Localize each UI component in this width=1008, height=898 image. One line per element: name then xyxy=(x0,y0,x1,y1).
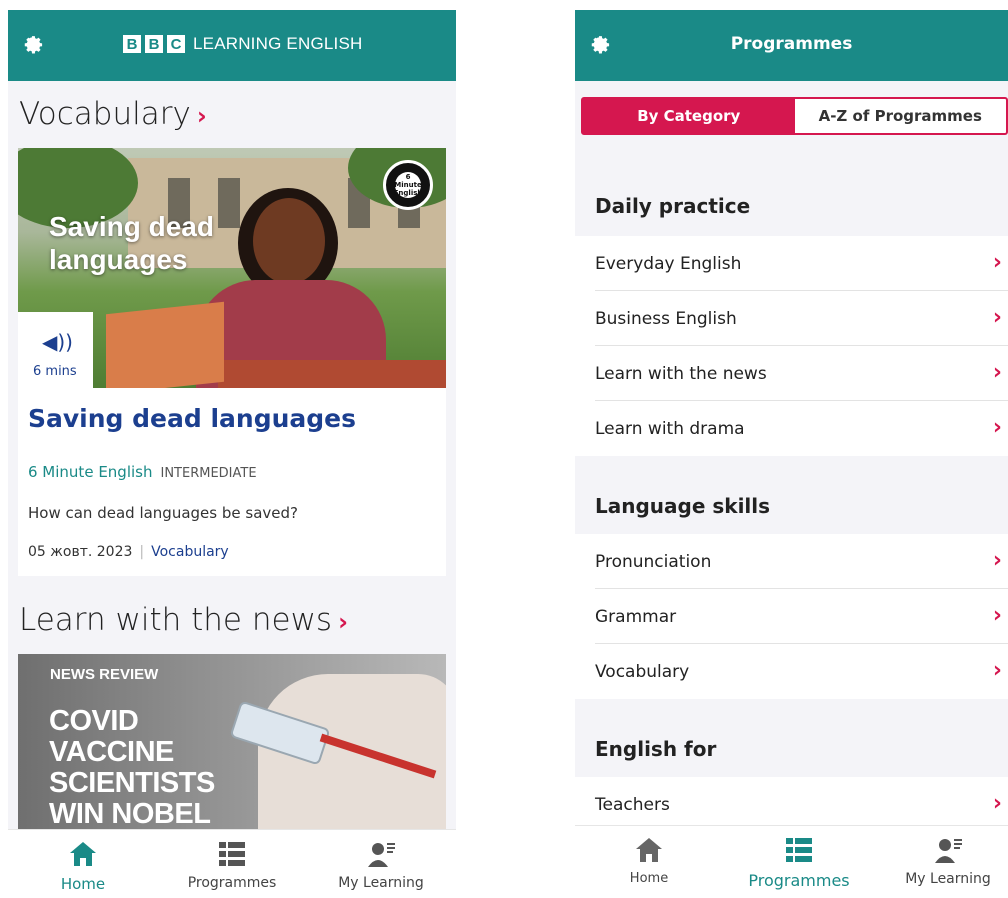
feature-description: How can dead languages be saved? xyxy=(28,504,298,522)
list-item-grammar[interactable]: Grammar › xyxy=(575,589,1008,644)
list-item-teachers[interactable]: Teachers › xyxy=(575,777,1008,832)
person-icon xyxy=(311,838,451,870)
home-screen: B B C LEARNING ENGLISH Vocabulary › Savin… xyxy=(8,10,456,898)
section-title: Learn with the news xyxy=(19,602,333,638)
chevron-right-icon: › xyxy=(992,548,1002,573)
feature-meta: 6 Minute English INTERMEDIATE xyxy=(28,463,257,481)
news-label: NEWS REVIEW xyxy=(50,666,159,683)
nav-programmes[interactable]: Programmes xyxy=(729,834,869,890)
chevron-right-icon: › xyxy=(992,415,1002,440)
page-title: Programmes xyxy=(730,34,853,54)
programmes-header: Programmes xyxy=(575,10,1008,81)
nav-label: Programmes xyxy=(187,875,277,891)
logo-letter: B xyxy=(123,35,141,53)
level-label: INTERMEDIATE xyxy=(160,466,257,481)
speaker-icon: ◀)) xyxy=(42,330,73,354)
category-tab-switcher: By Category A-Z of Programmes xyxy=(581,97,1008,135)
audio-duration-tag: ◀)) 6 mins xyxy=(18,312,93,388)
bottom-navigation: Home Programmes My Learning xyxy=(8,829,456,898)
programme-link[interactable]: 6 Minute English xyxy=(28,463,152,481)
category-heading: Daily practice xyxy=(575,156,1008,236)
list-icon xyxy=(729,834,869,866)
six-minute-english-badge-icon: 6 Minute English xyxy=(383,160,433,210)
feature-title[interactable]: Saving dead languages xyxy=(28,404,356,433)
vocabulary-section-link[interactable]: Vocabulary › xyxy=(19,96,207,132)
nav-home[interactable]: Home xyxy=(13,838,153,893)
nav-label: Programmes xyxy=(748,871,850,890)
chevron-right-icon: › xyxy=(992,360,1002,385)
chevron-right-icon: › xyxy=(992,250,1002,275)
nav-programmes[interactable]: Programmes xyxy=(162,838,302,891)
chevron-right-icon: › xyxy=(992,305,1002,330)
feature-card[interactable]: Saving dead languages 6 Minute English ◀… xyxy=(18,148,446,576)
category-heading: Language skills xyxy=(575,456,1008,536)
programmes-screen: Programmes By Category A-Z of Programmes… xyxy=(575,10,1008,898)
chevron-right-icon: › xyxy=(992,791,1002,816)
settings-gear-icon[interactable] xyxy=(20,32,46,58)
feature-image: Saving dead languages 6 Minute English ◀… xyxy=(18,148,446,388)
nav-label: My Learning xyxy=(905,871,991,887)
list-item-learn-with-drama[interactable]: Learn with drama › xyxy=(575,401,1008,456)
list-item-pronunciation[interactable]: Pronunciation › xyxy=(575,534,1008,589)
list-item-business-english[interactable]: Business English › xyxy=(575,291,1008,346)
logo-letter: B xyxy=(145,35,163,53)
chevron-right-icon: › xyxy=(992,658,1002,683)
nav-home[interactable]: Home xyxy=(579,834,719,886)
chevron-right-icon: › xyxy=(196,102,207,130)
category-heading: English for xyxy=(575,699,1008,779)
news-section-link[interactable]: Learn with the news › xyxy=(19,602,348,638)
logo-text: LEARNING ENGLISH xyxy=(193,34,363,53)
nav-label: My Learning xyxy=(338,875,424,891)
hero-title: Saving dead languages xyxy=(49,211,214,275)
home-icon xyxy=(13,838,153,870)
home-header: B B C LEARNING ENGLISH xyxy=(8,10,456,81)
section-title: Vocabulary xyxy=(19,96,191,132)
duration-label: 6 mins xyxy=(33,364,77,379)
tab-a-z-programmes[interactable]: A-Z of Programmes xyxy=(795,99,1007,133)
news-review-card[interactable]: NEWS REVIEW COVID VACCINE SCIENTISTS WIN… xyxy=(18,654,446,834)
bottom-navigation: Home Programmes My Learning xyxy=(575,825,1008,898)
list-item-vocabulary[interactable]: Vocabulary › xyxy=(575,644,1008,699)
chevron-right-icon: › xyxy=(338,608,348,636)
nav-my-learning[interactable]: My Learning xyxy=(878,834,1008,887)
feature-date-category: 05 жовт. 2023 | Vocabulary xyxy=(28,544,229,560)
list-item-learn-with-the-news[interactable]: Learn with the news › xyxy=(575,346,1008,401)
nav-label: Home xyxy=(60,875,106,893)
tab-by-category[interactable]: By Category xyxy=(583,99,795,133)
category-link[interactable]: Vocabulary xyxy=(151,544,229,560)
nav-my-learning[interactable]: My Learning xyxy=(311,838,451,891)
nav-label: Home xyxy=(629,871,669,886)
home-icon xyxy=(579,834,719,866)
bbc-learning-english-logo: B B C LEARNING ENGLISH xyxy=(123,34,362,54)
chevron-right-icon: › xyxy=(992,603,1002,628)
list-icon xyxy=(162,838,302,870)
list-item-everyday-english[interactable]: Everyday English › xyxy=(575,236,1008,291)
news-headline: COVID VACCINE SCIENTISTS WIN NOBEL xyxy=(49,705,215,830)
date-label: 05 жовт. 2023 xyxy=(28,544,133,560)
person-icon xyxy=(878,834,1008,866)
logo-letter: C xyxy=(167,35,185,53)
